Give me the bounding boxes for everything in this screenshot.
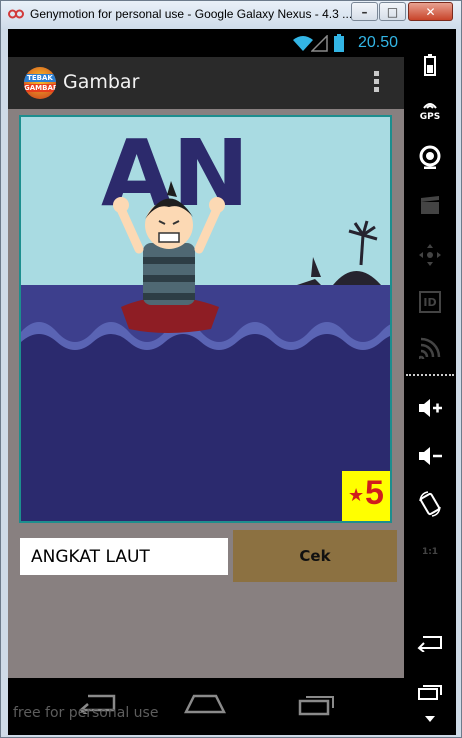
check-button[interactable]: Cek xyxy=(233,530,397,582)
maximize-icon: □ xyxy=(386,4,399,19)
star-icon: ★ xyxy=(348,485,365,506)
app-logo[interactable]: TEBAK GAMBAR xyxy=(24,67,56,99)
signal-icon xyxy=(311,35,328,52)
status-clock: 20.50 xyxy=(357,34,398,51)
clapperboard-icon xyxy=(421,196,439,214)
logo-text-top: TEBAK xyxy=(24,74,56,82)
pixel-perfect-button[interactable]: 1:1 xyxy=(411,536,449,568)
minimize-button[interactable]: – xyxy=(351,2,378,21)
game-content: AN ★ 5 ANGKAT LAUT Cek xyxy=(8,109,404,678)
puzzle-illustration: AN xyxy=(21,117,390,521)
battery-icon xyxy=(334,34,344,52)
id-label: ID xyxy=(423,295,437,309)
sidebar-recents-icon xyxy=(418,685,442,700)
sidebar-back-button[interactable] xyxy=(411,627,449,659)
device-id-widget-button[interactable]: ID xyxy=(411,286,449,318)
emulator-sidebar: GPS ID 1:1 xyxy=(404,29,456,735)
action-bar: TEBAK GAMBAR Gambar xyxy=(8,57,404,109)
scale-label: 1:1 xyxy=(421,547,439,557)
emulator-window: Genymotion for personal use - Google Gal… xyxy=(0,0,462,738)
overflow-menu-icon[interactable] xyxy=(370,71,382,95)
gps-icon xyxy=(423,103,437,109)
dpad-icon xyxy=(419,244,441,266)
volume-down-icon xyxy=(419,447,442,465)
window-title: Genymotion for personal use - Google Gal… xyxy=(30,7,353,21)
chevron-down-icon xyxy=(425,716,435,722)
sidebar-back-icon xyxy=(417,636,442,652)
gps-widget-button[interactable]: GPS xyxy=(411,95,449,127)
volume-down-button[interactable] xyxy=(411,440,449,472)
status-bar: 20.50 xyxy=(8,29,404,57)
rotate-button[interactable] xyxy=(411,488,449,520)
volume-up-button[interactable] xyxy=(411,392,449,424)
gps-label: GPS xyxy=(419,112,441,122)
id-icon: ID xyxy=(419,291,441,313)
minimize-icon: – xyxy=(361,4,368,19)
puzzle-image: AN ★ 5 xyxy=(19,115,392,523)
level-number: 5 xyxy=(365,474,384,512)
camera-widget-button[interactable] xyxy=(411,141,449,173)
cast-widget-button[interactable] xyxy=(411,332,449,364)
scale-icon: 1:1 xyxy=(422,547,438,557)
watermark-text: free for personal use xyxy=(13,705,159,721)
answer-input[interactable]: ANGKAT LAUT xyxy=(20,538,228,575)
device-screen: 20.50 TEBAK GAMBAR Gambar AN ★ 5 ANGKAT … xyxy=(8,29,456,735)
rotate-icon xyxy=(419,491,441,517)
home-nav-icon[interactable] xyxy=(184,692,226,714)
sidebar-recents-button[interactable] xyxy=(411,676,449,708)
battery-widget-icon xyxy=(424,54,436,76)
navigation-bar: free for personal use xyxy=(8,678,404,735)
cast-icon xyxy=(419,337,441,359)
page-title: Gambar xyxy=(63,71,140,93)
camera-icon xyxy=(419,145,441,169)
volume-up-icon xyxy=(419,399,442,417)
logo-text-bottom: GAMBAR xyxy=(24,84,56,92)
maximize-button[interactable]: □ xyxy=(379,2,406,21)
video-widget-button[interactable] xyxy=(411,189,449,221)
level-badge: ★ 5 xyxy=(342,471,390,521)
recent-apps-icon[interactable] xyxy=(298,692,336,716)
battery-widget-button[interactable] xyxy=(411,49,449,81)
sidebar-divider xyxy=(406,374,454,376)
genymotion-icon xyxy=(8,9,24,19)
sidebar-more-button[interactable] xyxy=(411,709,449,729)
close-button[interactable]: ✕ xyxy=(408,2,453,21)
close-icon: ✕ xyxy=(425,4,436,19)
dpad-widget-button[interactable] xyxy=(411,239,449,271)
window-titlebar[interactable]: Genymotion for personal use - Google Gal… xyxy=(1,1,461,29)
